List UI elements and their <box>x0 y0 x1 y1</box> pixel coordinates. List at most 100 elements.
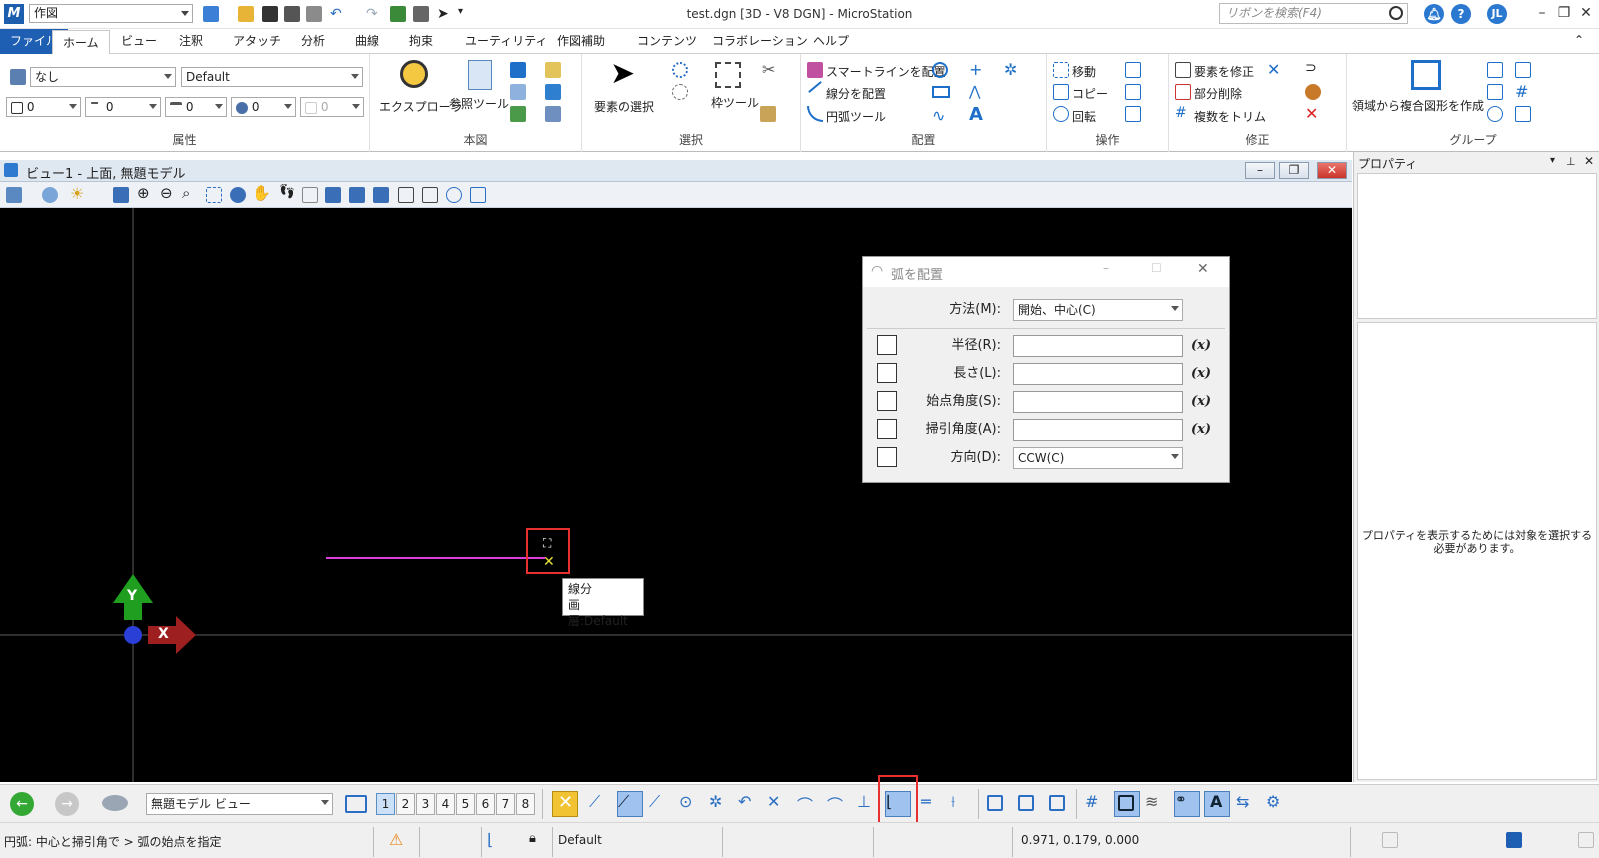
pin-icon[interactable] <box>390 6 406 22</box>
snap-mode-icon[interactable]: ⌊ <box>487 830 493 849</box>
ribbon-search-input[interactable]: リボンを検索(F4) <box>1219 3 1408 24</box>
dialog-close-icon[interactable]: ✕ <box>1197 261 1209 277</box>
select-by-shape-icon[interactable] <box>672 84 688 100</box>
linestyle-combo[interactable]: 0 <box>85 97 161 117</box>
sweep-angle-input[interactable] <box>1013 419 1183 441</box>
level-combo[interactable]: なし <box>30 67 176 87</box>
change-attributes-icon[interactable] <box>1305 84 1321 100</box>
forward-icon[interactable]: → <box>55 792 79 816</box>
view-button-3[interactable]: 3 <box>416 793 435 815</box>
pattern-icon[interactable] <box>1487 106 1503 122</box>
bisector-snap-button[interactable]: ↶ <box>737 791 763 817</box>
cell-icon[interactable]: ✲ <box>1004 60 1017 79</box>
properties-icon[interactable] <box>510 84 526 100</box>
clip-volume-icon[interactable] <box>398 187 414 203</box>
midpoint-snap-button[interactable]: ⟋ <box>648 791 674 817</box>
view-settings-icon[interactable] <box>470 187 486 203</box>
walk-icon[interactable]: 👣︎ <box>278 184 296 200</box>
undo-icon[interactable]: ↶ <box>330 6 346 22</box>
center-snap-button[interactable]: ⊙ <box>678 791 704 817</box>
display-style-icon[interactable] <box>42 187 58 203</box>
accudraw-toggle-button[interactable] <box>1114 791 1140 817</box>
view-attributes-icon[interactable] <box>6 187 22 203</box>
customize-qat-icon[interactable]: ▾ <box>458 6 474 22</box>
select-by-circle-icon[interactable] <box>672 62 688 78</box>
radius-input[interactable] <box>1013 335 1183 357</box>
fence-label[interactable]: 枠ツール <box>711 94 759 111</box>
origin-snap-button[interactable]: ✲ <box>708 791 734 817</box>
minimize-icon[interactable]: – <box>1532 4 1552 24</box>
active-level[interactable]: Default <box>558 833 602 847</box>
named-group-icon[interactable] <box>1515 106 1531 122</box>
v8-icon[interactable] <box>203 6 219 22</box>
view-button-7[interactable]: 7 <box>496 793 515 815</box>
start-angle-input[interactable] <box>1013 391 1183 413</box>
modify-label[interactable]: 要素を修正 <box>1194 63 1254 80</box>
arc-tool-icon[interactable] <box>807 106 823 122</box>
smartline-icon[interactable] <box>807 62 823 78</box>
save-icon[interactable] <box>262 6 278 22</box>
trim-label[interactable]: 複数をトリム <box>1194 108 1266 125</box>
create-region-label[interactable]: 領域から複合図形を作成 <box>1352 97 1484 114</box>
pin-icon[interactable]: ⊥ <box>1566 155 1576 168</box>
fence-icon[interactable] <box>715 62 741 88</box>
create-region-icon[interactable] <box>1411 60 1441 90</box>
select-arrow-icon[interactable]: ➤ <box>610 56 635 91</box>
notification-bell-icon[interactable]: 🔔︎ <box>1424 4 1444 24</box>
back-icon[interactable]: ← <box>10 792 34 816</box>
fillet-icon[interactable]: ⊃ <box>1305 60 1317 76</box>
levels-icon[interactable] <box>545 62 561 78</box>
ungroup-icon[interactable] <box>1515 62 1531 78</box>
snap-icon[interactable] <box>545 106 561 122</box>
rotate-label[interactable]: 回転 <box>1072 108 1096 125</box>
trim-icon[interactable]: # <box>1175 105 1187 121</box>
circle-icon[interactable] <box>932 62 948 78</box>
method-select[interactable]: 開始、中心(C) <box>1013 299 1183 321</box>
network-toggle-button[interactable]: ⚙ <box>1265 791 1291 817</box>
text-style-combo[interactable]: Default <box>181 67 363 87</box>
tab-constraints[interactable]: 拘束 <box>399 29 443 54</box>
tab-attach[interactable]: アタッチ <box>223 29 291 54</box>
tab-utilities[interactable]: ユーティリティ <box>455 29 558 54</box>
view-button-4[interactable]: 4 <box>436 793 455 815</box>
panel-close-icon[interactable]: ✕ <box>1584 154 1594 168</box>
group-icon[interactable] <box>1487 62 1503 78</box>
pan-icon[interactable]: ✋ <box>252 184 271 202</box>
partial-delete-icon[interactable] <box>1175 84 1191 100</box>
move-label[interactable]: 移動 <box>1072 63 1096 80</box>
grid-toggle-button[interactable]: # <box>1084 791 1110 817</box>
user-avatar[interactable]: JL <box>1487 4 1507 24</box>
view-rotation-icon[interactable] <box>446 187 462 203</box>
move-icon[interactable] <box>1053 62 1069 78</box>
open-folder-icon[interactable] <box>238 6 254 22</box>
tab-home[interactable]: ホーム <box>52 30 110 55</box>
message-center-icon[interactable] <box>1578 832 1594 848</box>
microstation-logo-icon[interactable]: M <box>4 4 24 24</box>
dialog-title-bar[interactable]: ◠ 弧を配置 – ☐ ✕ <box>863 257 1229 287</box>
workflow-selector[interactable]: 作図 <box>29 4 193 23</box>
saved-view-icon[interactable] <box>102 795 128 811</box>
text-toggle-button[interactable]: A <box>1204 791 1230 817</box>
info-icon[interactable] <box>545 84 561 100</box>
intersection-snap-button[interactable]: ✕ <box>766 791 792 817</box>
place-arc-dialog[interactable]: ◠ 弧を配置 – ☐ ✕ 方法(M): 開始、中心(C) 半径(R): (x) … <box>862 256 1230 483</box>
tab-help[interactable]: ヘルプ <box>803 29 859 54</box>
sync-icon[interactable] <box>1382 832 1398 848</box>
partial-delete-label[interactable]: 部分削除 <box>1194 85 1242 102</box>
fence-snap-2-button[interactable] <box>1014 791 1040 817</box>
view-button-6[interactable]: 6 <box>476 793 495 815</box>
smartline-label[interactable]: スマートラインを配置 <box>826 63 946 80</box>
restore-icon[interactable]: ❐ <box>1554 4 1574 24</box>
select-label[interactable]: 要素の選択 <box>594 98 654 115</box>
array-icon[interactable] <box>1125 62 1141 78</box>
lighting-icon[interactable]: ☀ <box>70 184 84 203</box>
pointer-icon[interactable]: ➤ <box>437 6 453 22</box>
snap-off-button[interactable]: ✕ <box>552 791 578 817</box>
fit-view-icon[interactable] <box>206 187 222 203</box>
lock-icon[interactable]: 🔒︎ <box>529 831 536 846</box>
dialog-minimize-icon[interactable]: – <box>1103 261 1109 275</box>
arc-tool-label[interactable]: 円弧ツール <box>826 108 886 125</box>
help-icon[interactable]: ? <box>1451 4 1471 24</box>
priority-combo[interactable]: 0 <box>300 97 364 117</box>
view-close-button[interactable]: ✕ <box>1317 162 1347 179</box>
